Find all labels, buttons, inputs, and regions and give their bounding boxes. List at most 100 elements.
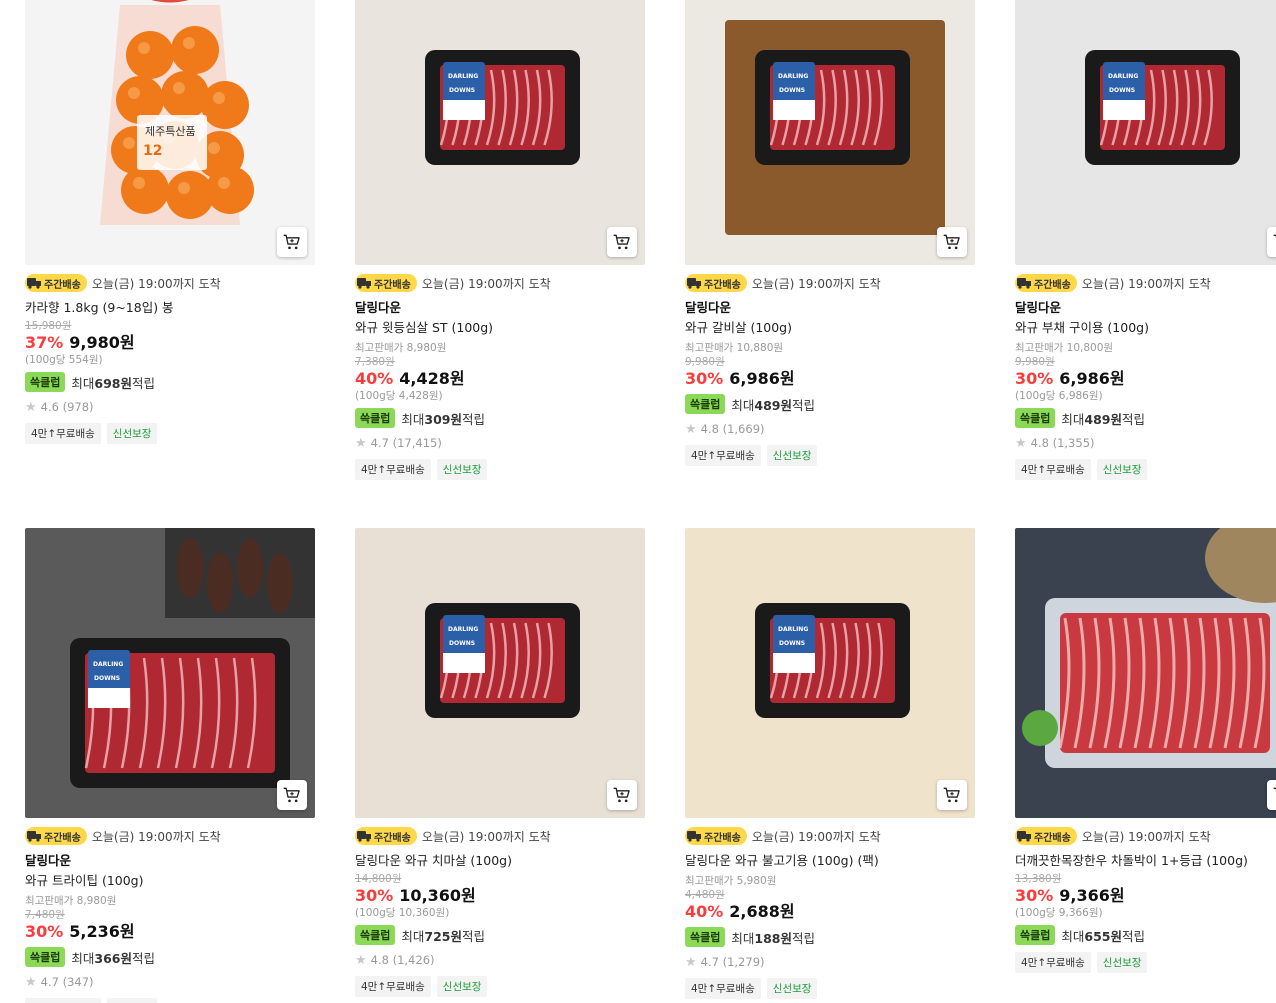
delivery-badge-label: 주간배송 [374,832,411,844]
product-thumbnail[interactable]: 제주특산품 12 [25,0,315,265]
discount-rate: 30% [685,369,724,388]
product-brand[interactable]: 달링다운 [355,300,645,316]
product-card[interactable]: DARLING DOWNS 주간배송 오늘(금) 19:00까지 도착달링다운 와규 … [685,528,975,999]
product-thumbnail[interactable]: DARLING DOWNS [355,0,645,265]
product-card[interactable]: DARLING DOWNS 주간배송 오늘(금) 19:00까지 도착 달링다운 와규 부… [1015,0,1276,480]
fresh-guarantee-chip: 신선보장 [766,978,818,999]
product-image[interactable]: DARLING DOWNS [25,528,315,818]
product-card[interactable]: DARLING DOWNS 주간배송 오늘(금) 19:00까지 도착 달링다운 와규 갈… [685,0,975,466]
product-name[interactable]: 카라향 1.8kg (9~18입) 봉 [25,300,315,316]
product-name[interactable]: 와규 트라이팁 (100g) [25,873,315,889]
points-prefix: 최대 [1061,411,1085,427]
product-image[interactable]: DARLING DOWNS [355,528,645,818]
truck-icon [27,278,41,289]
sale-price: 9,980원 [69,333,135,352]
points-amount: 309원 [424,411,462,427]
points-info: 쓱클럽 최대 655원 적립 [1015,925,1276,945]
delivery-badge: 주간배송 [355,827,417,845]
cart-icon [1273,234,1276,238]
sale-price: 2,688원 [729,902,795,921]
product-brand[interactable]: 달링다운 [1015,300,1276,316]
delivery-time: 오늘(금) 19:00까지 도착 [751,829,881,844]
free-shipping-chip: 4만↑무료배송 [685,445,761,466]
points-suffix: 적립 [791,930,815,946]
max-price-value: 8,980원 [406,342,447,354]
sale-price: 6,986원 [1059,369,1125,388]
max-price: 최고판매가 10,800원 [1015,341,1276,355]
product-thumbnail[interactable]: DARLING DOWNS [25,528,315,818]
unit-price: (100g당 6,986원) [1015,390,1103,402]
truck-icon [357,831,371,842]
points-tag: 쓱클럽 [355,925,396,945]
product-image[interactable] [1015,528,1276,818]
product-name[interactable]: 와규 윗등심살 ST (100g) [355,320,645,336]
discount-rate: 40% [355,369,394,388]
points-amount: 489원 [1084,411,1122,427]
product-thumbnail[interactable]: DARLING DOWNS [355,528,645,818]
product-brand[interactable]: 달링다운 [25,853,315,869]
delivery-badge-label: 주간배송 [704,832,741,844]
svg-text:DARLING: DARLING [448,626,478,633]
rating-text: 4.8 (1,426) [370,953,435,967]
product-image[interactable]: DARLING DOWNS [685,528,975,818]
product-thumbnail[interactable]: DARLING DOWNS [685,0,975,265]
product-image[interactable]: DARLING DOWNS [355,0,645,265]
points-suffix: 적립 [461,928,485,944]
add-to-cart-button[interactable] [1267,227,1276,257]
product-thumbnail[interactable] [1015,528,1276,818]
add-to-cart-button[interactable] [277,780,307,810]
product-thumbnail[interactable]: DARLING DOWNS [685,528,975,818]
points-info: 쓱클럽 최대 309원 적립 [355,408,645,428]
delivery-info: 주간배송 오늘(금) 19:00까지 도착 [355,274,645,292]
rating: ★ 4.7 (17,415) [355,435,645,451]
free-shipping-chip: 4만↑무료배송 [355,459,431,480]
product-card[interactable]: 주간배송 오늘(금) 19:00까지 도착 더깨끗한목장한우 차돌박이 1+등급 (… [1015,528,1276,973]
points-amount: 655원 [1084,928,1122,944]
product-brand[interactable]: 달링다운 [685,300,975,316]
rating-text: 4.6 (978) [40,400,94,414]
fresh-guarantee-chip: 신선보장 [1096,459,1148,480]
max-price-value: 10,800원 [1066,342,1114,354]
product-card[interactable]: DARLING DOWNS 주간배송 오늘(금) 19:00까지 도착달링다운 와규 … [355,528,645,997]
product-name[interactable]: 더깨끗한목장한우 차돌박이 1+등급 (100g) [1015,853,1276,869]
svg-text:DARLING: DARLING [778,626,808,633]
discount-rate: 30% [1015,886,1054,905]
product-thumbnail[interactable]: DARLING DOWNS [1015,0,1276,265]
original-price: 7,380원 [355,356,395,368]
max-price-value: 10,880원 [736,342,784,354]
sale-price: 9,366원 [1059,886,1125,905]
price-row: 30% 6,986원 [685,369,975,389]
truck-icon [1017,278,1031,289]
product-card[interactable]: DARLING DOWNS 주간배송 오늘(금) 19:00까지 도착달링다운와규 윗… [355,0,645,480]
points-suffix: 적립 [131,375,155,391]
add-to-cart-button[interactable] [607,780,637,810]
svg-text:DOWNS: DOWNS [779,87,805,94]
delivery-time: 오늘(금) 19:00까지 도착 [91,829,221,844]
product-image[interactable]: 제주특산품 12 [25,0,315,265]
benefit-chips: 4만↑무료배송신선보장 [355,459,645,480]
add-to-cart-button[interactable] [1267,780,1276,810]
product-image[interactable]: DARLING DOWNS [1015,0,1276,265]
max-price-value: 8,980원 [76,895,117,907]
product-name[interactable]: 와규 부채 구이용 (100g) [1015,320,1276,336]
product-name[interactable]: 달링다운 와규 치마살 (100g) [355,853,645,869]
add-to-cart-button[interactable] [607,227,637,257]
add-to-cart-button[interactable] [277,227,307,257]
rating: ★ 4.8 (1,355) [1015,435,1276,451]
max-price: 최고판매가 8,980원 [25,894,315,908]
product-name[interactable]: 달링다운 와규 불고기용 (100g) (팩) [685,853,975,869]
product-card[interactable]: DARLING DOWNS 주간배송 오늘(금) 19:00까지 도착 달링다운 와규 트… [25,528,315,1003]
delivery-badge-label: 주간배송 [374,279,411,291]
product-card[interactable]: 제주특산품 12 주간배송 오늘(금) 19:00까지 도착 카라향 1.8kg (9~… [25,0,315,444]
points-info: 쓱클럽 최대 188원 적립 [685,927,975,947]
product-image[interactable]: DARLING DOWNS [685,0,975,265]
svg-text:DOWNS: DOWNS [779,640,805,647]
benefit-chips: 4만↑무료배송신선보장 [355,976,645,997]
sale-price: 10,360원 [399,886,476,905]
points-tag: 쓱클럽 [1015,408,1056,428]
add-to-cart-button[interactable] [937,227,967,257]
points-tag: 쓱클럽 [685,394,726,414]
product-name[interactable]: 와규 갈비살 (100g) [685,320,975,336]
add-to-cart-button[interactable] [937,780,967,810]
delivery-info: 주간배송 오늘(금) 19:00까지 도착 [355,827,645,845]
